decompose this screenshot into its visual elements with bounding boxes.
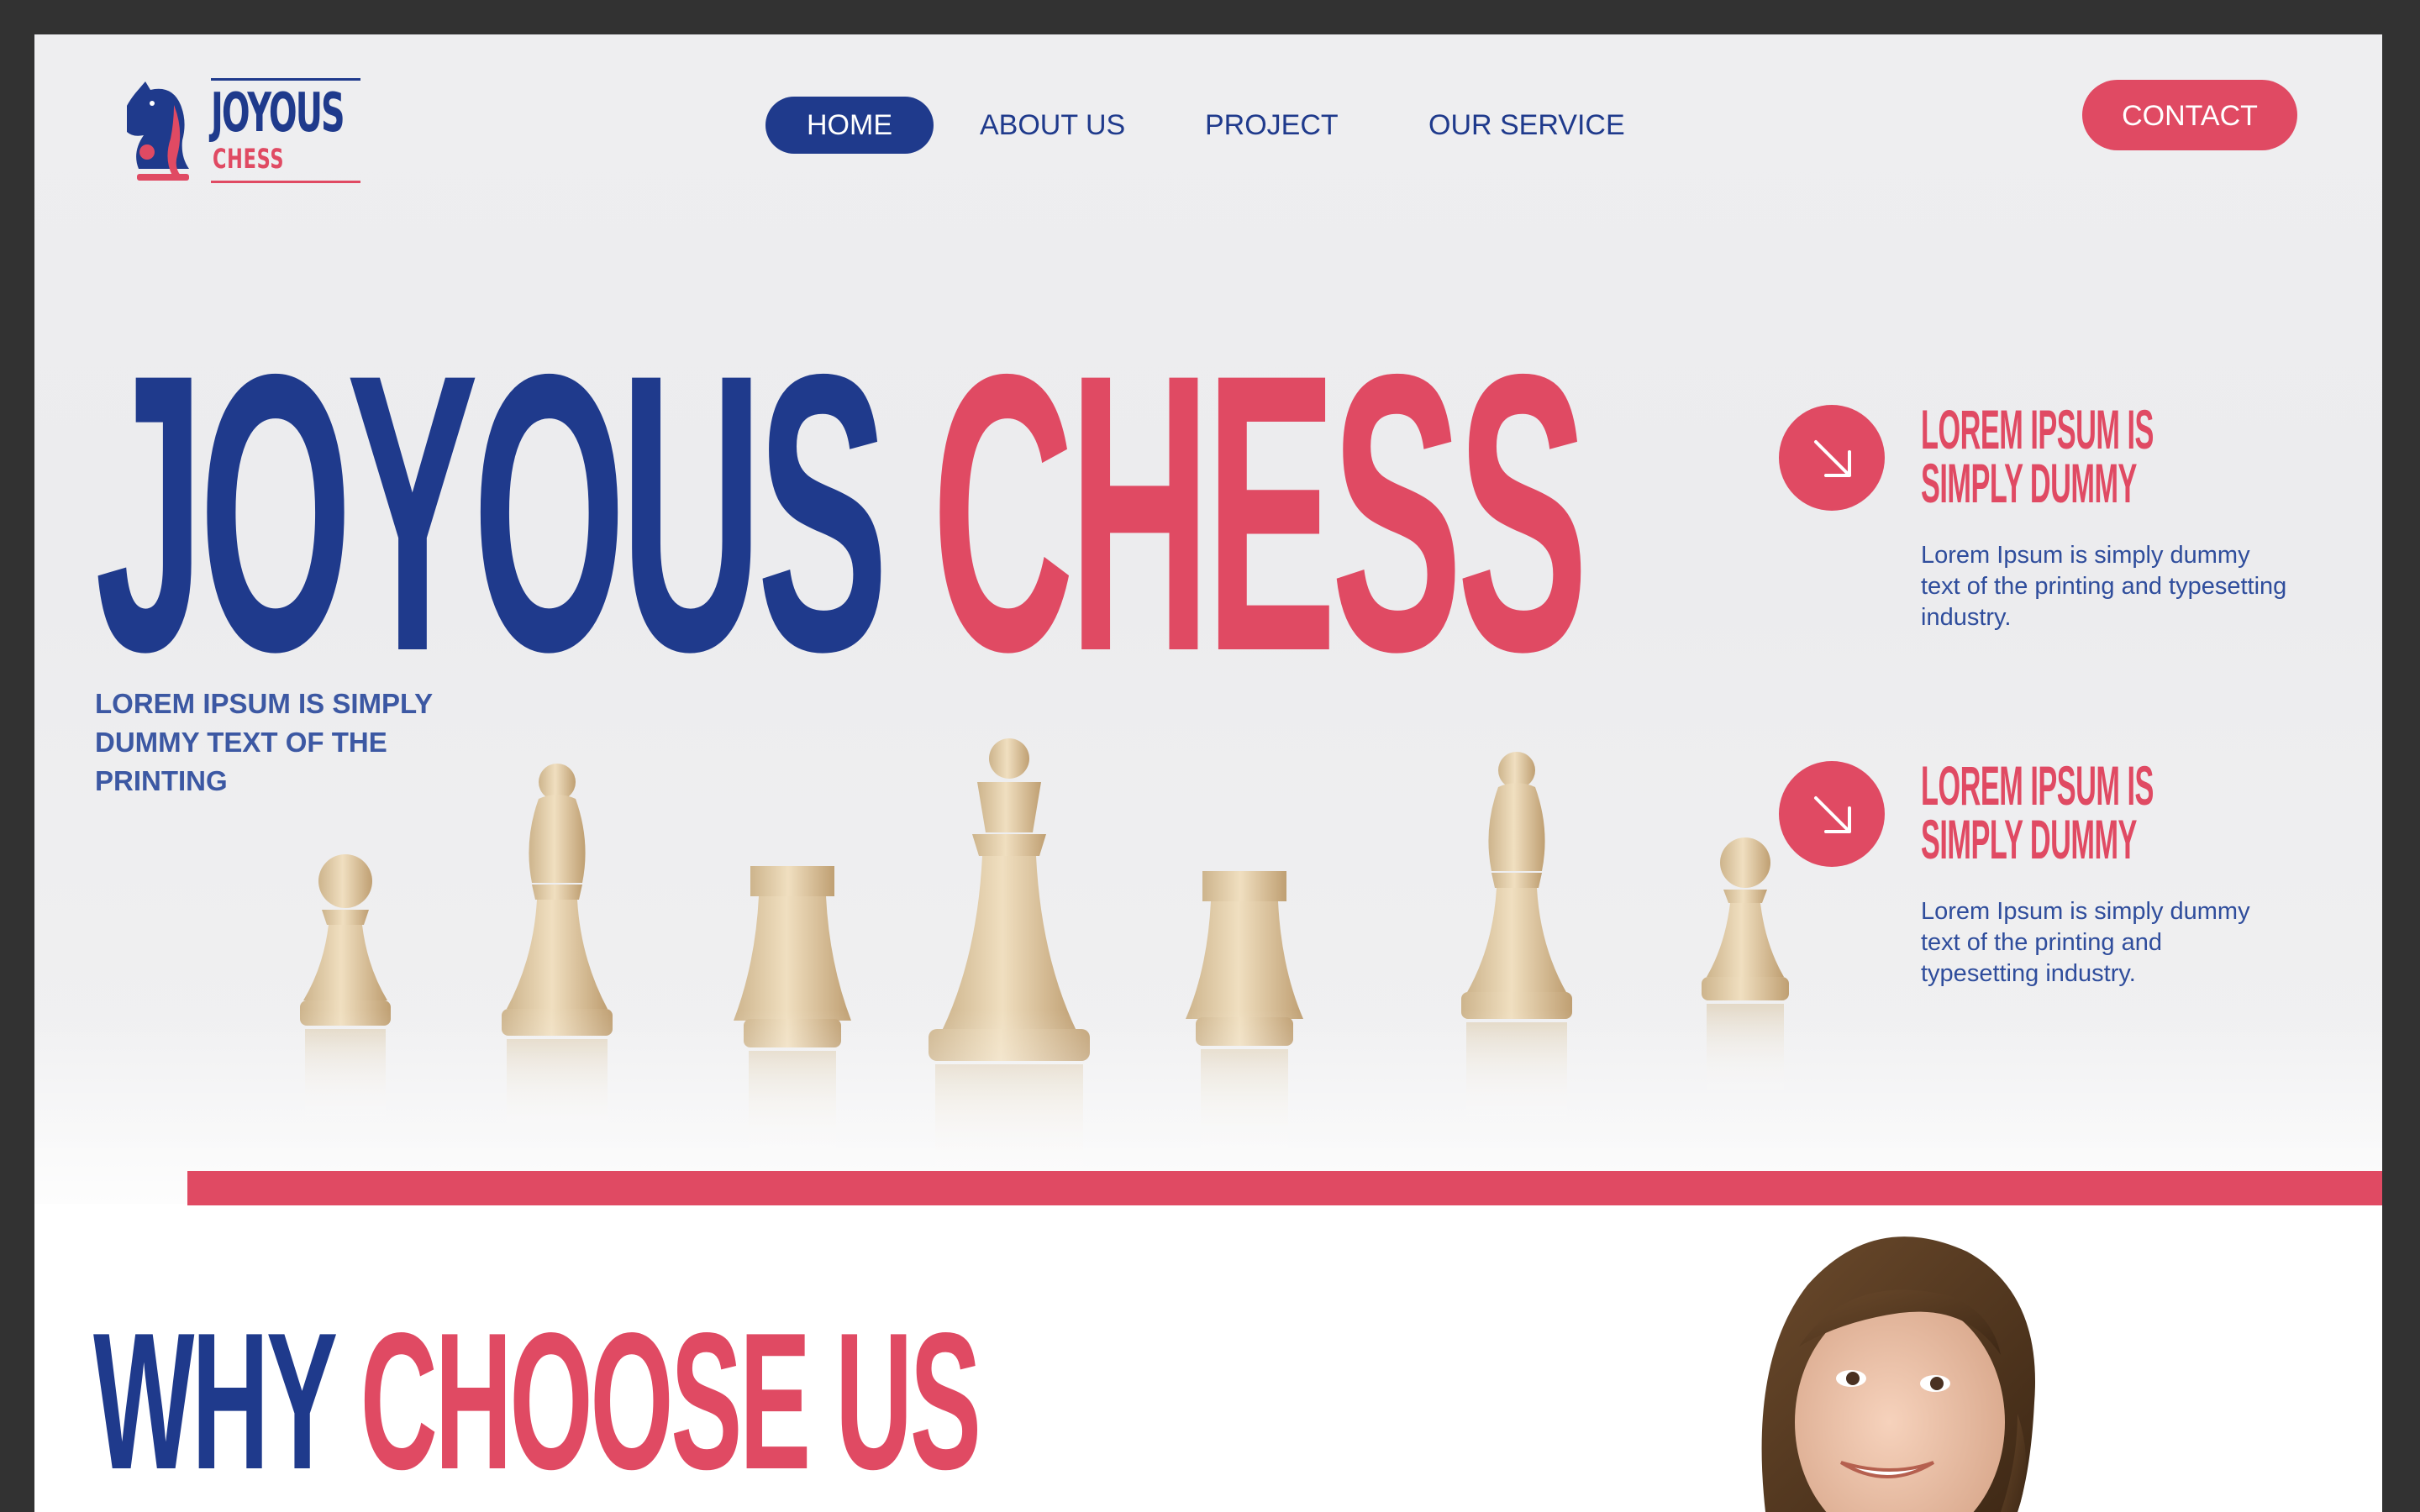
section-title: WHY CHOOSE US — [93, 1305, 981, 1499]
hero-section: JOYOUS CHESS HOME ABOUT US PROJECT OUR S… — [34, 34, 2382, 1204]
girl-photo — [1761, 1236, 2035, 1512]
arrow-down-right-icon[interactable] — [1779, 405, 1885, 511]
knight-icon — [127, 81, 189, 181]
logo-rule-top — [211, 78, 360, 81]
nav-project[interactable]: PROJECT — [1205, 97, 1339, 154]
nav-home[interactable]: HOME — [765, 97, 934, 154]
logo-subtitle: CHESS — [213, 143, 285, 175]
feature-title: LOREM IPSUM IS SIMPLY DUMMY — [1921, 398, 2154, 514]
feature-text: Lorem Ipsum is simply dummy text of the … — [1921, 898, 2250, 987]
headline-joyous: JOYOUS — [95, 292, 888, 733]
accent-bar — [187, 1171, 2382, 1205]
hero-headline: JOYOUS CHESS — [95, 316, 1588, 711]
why-word: WHY — [93, 1293, 336, 1510]
hero-tagline: LOREM IPSUM IS SIMPLY DUMMY TEXT OF THE … — [95, 688, 433, 796]
feature-text: Lorem Ipsum is simply dummy text of the … — [1921, 542, 2287, 631]
nav-our-service[interactable]: OUR SERVICE — [1428, 97, 1625, 154]
feature-title: LOREM IPSUM IS SIMPLY DUMMY — [1921, 754, 2154, 870]
choose-us-word: CHOOSE US — [360, 1293, 981, 1510]
logo-wordmark: JOYOUS — [211, 82, 345, 144]
nav-about-us[interactable]: ABOUT US — [980, 97, 1125, 154]
landing-page: JOYOUS CHESS HOME ABOUT US PROJECT OUR S… — [34, 34, 2382, 1512]
logo[interactable]: JOYOUS CHESS — [127, 76, 396, 186]
logo-rule-bottom — [211, 181, 360, 183]
headline-chess: CHESS — [931, 292, 1589, 733]
contact-button[interactable]: CONTACT — [2082, 80, 2297, 150]
arrow-down-right-icon[interactable] — [1779, 761, 1885, 867]
